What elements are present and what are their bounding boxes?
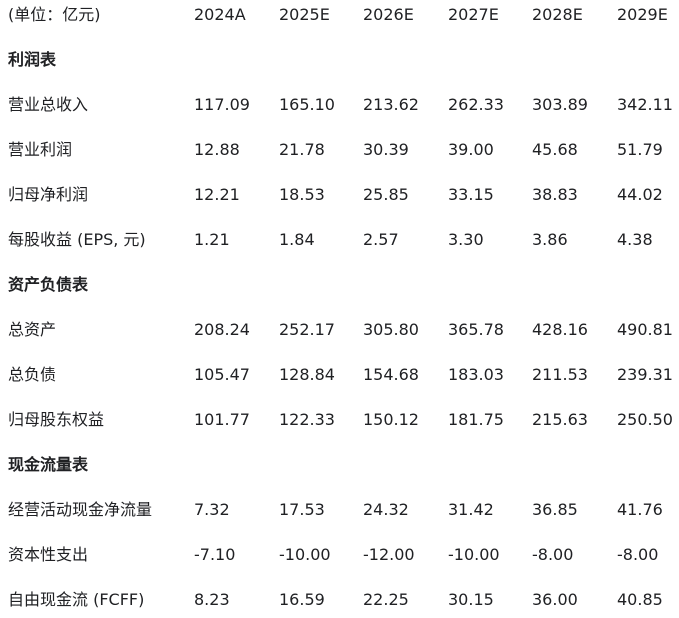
year-header: 2028E (532, 5, 583, 24)
value-cell: 208.24 (194, 320, 250, 339)
value-cell: 3.86 (532, 230, 568, 249)
value-cell: 36.85 (532, 500, 578, 519)
financial-forecast-table: (单位：亿元) 2024A 2025E 2026E 2027E 2028E 20… (0, 0, 679, 618)
row-label: 营业总收入 (8, 95, 89, 114)
value-cell: 41.76 (617, 500, 663, 519)
value-cell: 365.78 (448, 320, 504, 339)
value-cell: 215.63 (532, 410, 588, 429)
table-row: 营业总收入 117.09 165.10 213.62 262.33 303.89… (0, 93, 679, 117)
value-cell: -8.00 (532, 545, 574, 564)
section-title: 资产负债表 (8, 275, 89, 294)
value-cell: 22.25 (363, 590, 409, 609)
row-label: 营业利润 (8, 140, 73, 159)
value-cell: 51.79 (617, 140, 663, 159)
section-header-balance-sheet: 资产负债表 (0, 273, 679, 297)
value-cell: -12.00 (363, 545, 415, 564)
value-cell: 25.85 (363, 185, 409, 204)
value-cell: 252.17 (279, 320, 335, 339)
value-cell: 40.85 (617, 590, 663, 609)
value-cell: 183.03 (448, 365, 504, 384)
row-label: 资本性支出 (8, 545, 89, 564)
value-cell: 213.62 (363, 95, 419, 114)
table-row: 总负债 105.47 128.84 154.68 183.03 211.53 2… (0, 363, 679, 387)
value-cell: 105.47 (194, 365, 250, 384)
table-row: 每股收益 (EPS, 元) 1.21 1.84 2.57 3.30 3.86 4… (0, 228, 679, 252)
value-cell: 30.39 (363, 140, 409, 159)
value-cell: 122.33 (279, 410, 335, 429)
year-header: 2024A (194, 5, 246, 24)
value-cell: 17.53 (279, 500, 325, 519)
value-cell: -10.00 (279, 545, 331, 564)
value-cell: 428.16 (532, 320, 588, 339)
value-cell: 21.78 (279, 140, 325, 159)
section-title: 利润表 (8, 50, 57, 69)
value-cell: 101.77 (194, 410, 250, 429)
row-label: 自由现金流 (FCFF) (8, 590, 145, 609)
value-cell: 8.23 (194, 590, 230, 609)
table-row: 资本性支出 -7.10 -10.00 -12.00 -10.00 -8.00 -… (0, 543, 679, 567)
unit-label: (单位：亿元) (8, 5, 101, 24)
value-cell: 12.88 (194, 140, 240, 159)
value-cell: 1.21 (194, 230, 230, 249)
value-cell: 39.00 (448, 140, 494, 159)
section-title: 现金流量表 (8, 455, 89, 474)
section-header-income-statement: 利润表 (0, 48, 679, 72)
value-cell: 262.33 (448, 95, 504, 114)
header-row: (单位：亿元) 2024A 2025E 2026E 2027E 2028E 20… (0, 3, 679, 27)
value-cell: 4.38 (617, 230, 653, 249)
row-label: 归母净利润 (8, 185, 89, 204)
year-header: 2027E (448, 5, 499, 24)
section-header-cash-flow: 现金流量表 (0, 453, 679, 477)
table-row: 经营活动现金净流量 7.32 17.53 24.32 31.42 36.85 4… (0, 498, 679, 522)
value-cell: 3.30 (448, 230, 484, 249)
value-cell: 44.02 (617, 185, 663, 204)
value-cell: 12.21 (194, 185, 240, 204)
value-cell: 117.09 (194, 95, 250, 114)
value-cell: 1.84 (279, 230, 315, 249)
year-header: 2029E (617, 5, 668, 24)
value-cell: 165.10 (279, 95, 335, 114)
value-cell: 45.68 (532, 140, 578, 159)
row-label: 总资产 (8, 320, 57, 339)
value-cell: 490.81 (617, 320, 673, 339)
value-cell: 181.75 (448, 410, 504, 429)
row-label: 每股收益 (EPS, 元) (8, 230, 146, 249)
table-row: 自由现金流 (FCFF) 8.23 16.59 22.25 30.15 36.0… (0, 588, 679, 612)
value-cell: 31.42 (448, 500, 494, 519)
value-cell: 24.32 (363, 500, 409, 519)
value-cell: -10.00 (448, 545, 500, 564)
year-header: 2026E (363, 5, 414, 24)
table-row: 归母股东权益 101.77 122.33 150.12 181.75 215.6… (0, 408, 679, 432)
value-cell: 305.80 (363, 320, 419, 339)
value-cell: 38.83 (532, 185, 578, 204)
value-cell: 2.57 (363, 230, 399, 249)
value-cell: 150.12 (363, 410, 419, 429)
row-label: 总负债 (8, 365, 57, 384)
value-cell: 36.00 (532, 590, 578, 609)
value-cell: 128.84 (279, 365, 335, 384)
year-header: 2025E (279, 5, 330, 24)
value-cell: 239.31 (617, 365, 673, 384)
value-cell: 342.11 (617, 95, 673, 114)
value-cell: 154.68 (363, 365, 419, 384)
row-label: 归母股东权益 (8, 410, 105, 429)
value-cell: 18.53 (279, 185, 325, 204)
table-row: 总资产 208.24 252.17 305.80 365.78 428.16 4… (0, 318, 679, 342)
value-cell: 250.50 (617, 410, 673, 429)
value-cell: 33.15 (448, 185, 494, 204)
value-cell: 30.15 (448, 590, 494, 609)
row-label: 经营活动现金净流量 (8, 500, 153, 519)
value-cell: 7.32 (194, 500, 230, 519)
table-row: 归母净利润 12.21 18.53 25.85 33.15 38.83 44.0… (0, 183, 679, 207)
value-cell: -8.00 (617, 545, 659, 564)
table-row: 营业利润 12.88 21.78 30.39 39.00 45.68 51.79 (0, 138, 679, 162)
value-cell: 211.53 (532, 365, 588, 384)
value-cell: -7.10 (194, 545, 236, 564)
value-cell: 16.59 (279, 590, 325, 609)
value-cell: 303.89 (532, 95, 588, 114)
